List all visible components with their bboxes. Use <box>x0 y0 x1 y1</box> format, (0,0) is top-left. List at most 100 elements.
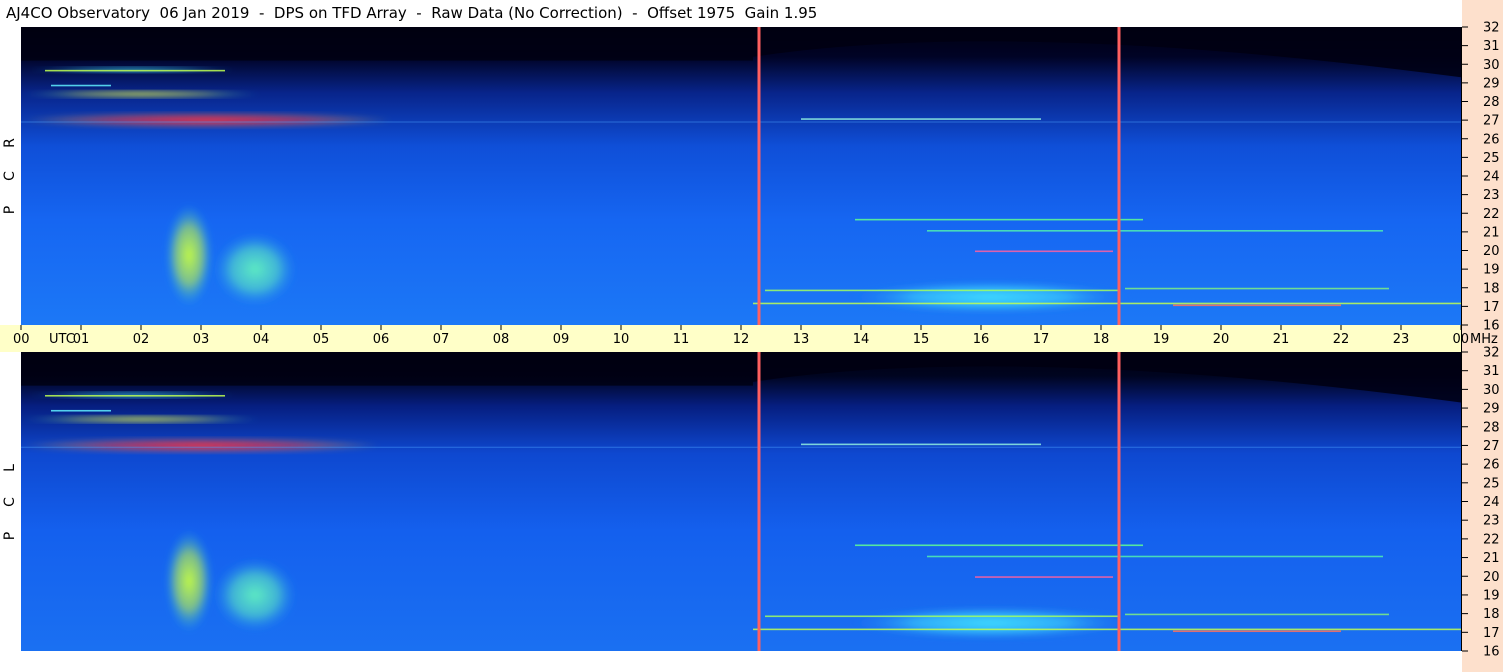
emission-feature <box>165 203 213 307</box>
panel-rcp: 1617181920212223242526272829303132RCP <box>2 21 1500 334</box>
emission-feature <box>165 529 213 633</box>
frequency-tick-label: 31 <box>1483 39 1500 54</box>
time-tick-label: 10 <box>613 332 630 347</box>
time-tick-label: 12 <box>733 332 750 347</box>
frequency-tick-label: 19 <box>1483 263 1500 278</box>
emission-feature <box>213 231 297 307</box>
time-tick-label: 07 <box>433 332 450 347</box>
frequency-tick-label: 23 <box>1483 188 1500 203</box>
frequency-tick-label: 27 <box>1483 114 1500 129</box>
x-axis-units: UTC <box>49 332 75 347</box>
vertical-marker <box>1117 352 1121 651</box>
time-tick-label: 14 <box>853 332 870 347</box>
time-tick-label: 17 <box>1033 332 1050 347</box>
polarization-letter: C <box>2 171 18 181</box>
utc-time-axis: 00 01 02 03 04 05 06 07 08 09 10 11 12 13 14 15 16 17 18 19… <box>0 325 1498 352</box>
interference-streak <box>855 544 1143 547</box>
interference-streak <box>1173 304 1341 307</box>
interference-streak <box>801 443 1041 446</box>
time-tick-label: 00 <box>13 332 30 347</box>
time-tick-label: 04 <box>253 332 270 347</box>
time-tick-label: 20 <box>1213 332 1230 347</box>
frequency-tick-label: 30 <box>1483 58 1500 73</box>
panel-lcp: 16 17 18 19 20 21 22 23 24 25 26 27 28 29 30 31 32 L C P <box>2 346 1500 660</box>
frequency-tick-label: 17 <box>1483 300 1500 315</box>
frequency-tick-label: 28 <box>1483 95 1500 110</box>
interference-streak <box>51 409 111 412</box>
frequency-tick-label: 22 <box>1483 207 1500 222</box>
emission-feature <box>213 557 297 633</box>
frequency-tick-label: 16 <box>1483 645 1500 660</box>
vertical-marker <box>757 27 761 325</box>
time-tick-label: 08 <box>493 332 510 347</box>
time-tick-label: 19 <box>1153 332 1170 347</box>
interference-streak <box>927 230 1383 232</box>
time-tick-label: 18 <box>1093 332 1110 347</box>
emission-feature <box>21 437 381 453</box>
frequency-tick-label: 32 <box>1483 21 1500 36</box>
frequency-tick-label: 27 <box>1483 439 1500 454</box>
frequency-tick-label: 21 <box>1483 551 1500 566</box>
frequency-tick-label: 20 <box>1483 570 1500 585</box>
dark-upper-region <box>21 352 753 386</box>
time-tick-label: 15 <box>913 332 930 347</box>
vertical-marker <box>1117 27 1121 325</box>
frequency-tick-label: 17 <box>1483 626 1500 641</box>
interference-streak <box>927 555 1383 558</box>
interference-streak <box>1173 630 1341 633</box>
interference-streak <box>975 250 1113 253</box>
dark-upper-region <box>21 27 753 61</box>
frequency-tick-label: 29 <box>1483 76 1500 91</box>
spectrogram-chart: 16 17 18 19 20 21 22 23 24 25 26 27 28 29 30 31 32 R C P 16 1… <box>0 0 1503 672</box>
interference-streak <box>975 576 1113 578</box>
polarization-letter: P <box>2 532 18 540</box>
frequency-tick-label: 24 <box>1483 170 1500 185</box>
time-tick-label: 22 <box>1333 332 1350 347</box>
time-tick-label: 23 <box>1393 332 1410 347</box>
frequency-tick-label: 29 <box>1483 402 1500 417</box>
interference-streak <box>855 218 1143 221</box>
frequency-tick-label: 25 <box>1483 151 1500 166</box>
interference-streak <box>1125 287 1389 290</box>
time-tick-label: 05 <box>313 332 330 347</box>
frequency-tick-label: 20 <box>1483 244 1500 259</box>
polarization-letter: C <box>2 497 18 507</box>
frequency-tick-label: 26 <box>1483 132 1500 147</box>
interference-streak <box>753 628 1461 631</box>
time-tick-label: 16 <box>973 332 990 347</box>
interference-streak <box>801 118 1041 120</box>
frequency-tick-label: 31 <box>1483 364 1500 379</box>
frequency-tick-label: 22 <box>1483 532 1500 547</box>
emission-feature <box>849 606 1131 640</box>
frequency-tick-label: 23 <box>1483 514 1500 529</box>
time-tick-label: 06 <box>373 332 390 347</box>
time-tick-label: 01 <box>73 332 90 347</box>
frequency-tick-label: 18 <box>1483 281 1500 296</box>
frequency-tick-label: 26 <box>1483 458 1500 473</box>
interference-streak <box>765 615 1119 618</box>
interference-streak <box>45 69 225 72</box>
polarization-letter: L <box>2 464 18 472</box>
time-tick-label: 03 <box>193 332 210 347</box>
polarization-letter: R <box>2 138 18 148</box>
time-tick-label: 00 <box>1452 332 1469 347</box>
interference-streak <box>45 394 225 397</box>
interference-streak <box>765 289 1119 292</box>
frequency-tick-label: 32 <box>1483 346 1500 361</box>
emission-feature <box>21 90 261 98</box>
frequency-tick-label: 25 <box>1483 476 1500 491</box>
polarization-letter: P <box>2 206 18 214</box>
time-tick-label: 09 <box>553 332 570 347</box>
time-tick-label: 11 <box>673 332 690 347</box>
frequency-tick-label: 28 <box>1483 420 1500 435</box>
emission-feature <box>21 112 393 128</box>
frequency-tick-label: 30 <box>1483 383 1500 398</box>
interference-streak <box>1125 613 1389 616</box>
emission-feature <box>849 280 1131 314</box>
time-tick-label: 02 <box>133 332 150 347</box>
interference-streak <box>753 302 1461 305</box>
y-axis-units: MHz <box>1470 332 1498 347</box>
interference-streak <box>51 84 111 87</box>
frequency-tick-label: 21 <box>1483 225 1500 240</box>
emission-feature <box>21 415 261 424</box>
